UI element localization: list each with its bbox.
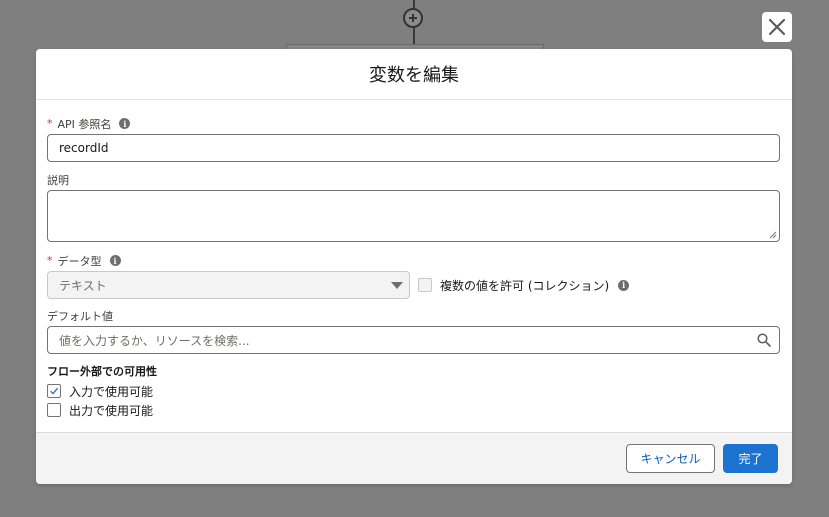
allow-multiple-label: 複数の値を許可 (コレクション) [440,278,610,293]
default-value-placeholder: 値を入力するか、リソースを検索... [59,333,250,348]
available-for-output-checkbox[interactable] [47,403,61,417]
modal-body: * API 参照名 i recordId 説明 * データ型 i テキスト 複数… [36,100,792,418]
description-label-text: 説明 [47,173,69,187]
allow-multiple-checkbox[interactable] [418,278,432,292]
allow-multiple-option[interactable]: 複数の値を許可 (コレクション) i [418,277,630,294]
description-label: 説明 [47,172,781,187]
available-for-output-label: 出力で使用可能 [69,403,154,418]
info-icon[interactable]: i [119,118,131,129]
default-value-label: デフォルト値 [47,308,781,323]
close-button[interactable] [762,12,792,42]
api-name-label: * API 参照名 i [47,116,781,131]
close-icon [768,18,786,36]
modal-footer: キャンセル 完了 [36,432,792,484]
info-icon[interactable]: i [109,255,121,266]
data-type-select[interactable]: テキスト [47,271,410,299]
description-textarea[interactable] [47,190,780,242]
modal-header: 変数を編集 [36,49,792,100]
chevron-down-icon [391,281,403,289]
data-type-selected: テキスト [59,278,107,293]
cancel-button[interactable]: キャンセル [626,444,715,473]
available-for-input-option[interactable]: 入力で使用可能 [47,384,781,399]
default-value-label-text: デフォルト値 [47,309,113,323]
availability-title: フロー外部での可用性 [47,365,157,378]
modal-title: 変数を編集 [369,65,459,86]
checkmark-icon [50,387,59,395]
available-for-input-checkbox[interactable] [47,384,61,398]
info-icon[interactable]: i [618,279,630,291]
required-marker: * [47,117,53,130]
api-name-input[interactable]: recordId [47,134,780,162]
done-button[interactable]: 完了 [723,444,778,473]
data-type-label: * データ型 i [47,253,781,268]
data-type-label-text: データ型 [57,254,102,268]
api-name-value: recordId [59,141,109,155]
search-icon [757,333,771,347]
resize-grip-icon[interactable] [769,231,777,239]
required-marker: * [47,254,53,267]
api-name-label-text: API 参照名 [57,117,112,131]
default-value-search-input[interactable]: 値を入力するか、リソースを検索... [47,326,780,354]
available-for-output-option[interactable]: 出力で使用可能 [47,403,781,418]
available-for-input-label: 入力で使用可能 [69,384,154,399]
edit-variable-modal: 変数を編集 * API 参照名 i recordId 説明 * データ型 i テ… [36,49,792,484]
flow-add-element-icon [403,8,423,28]
